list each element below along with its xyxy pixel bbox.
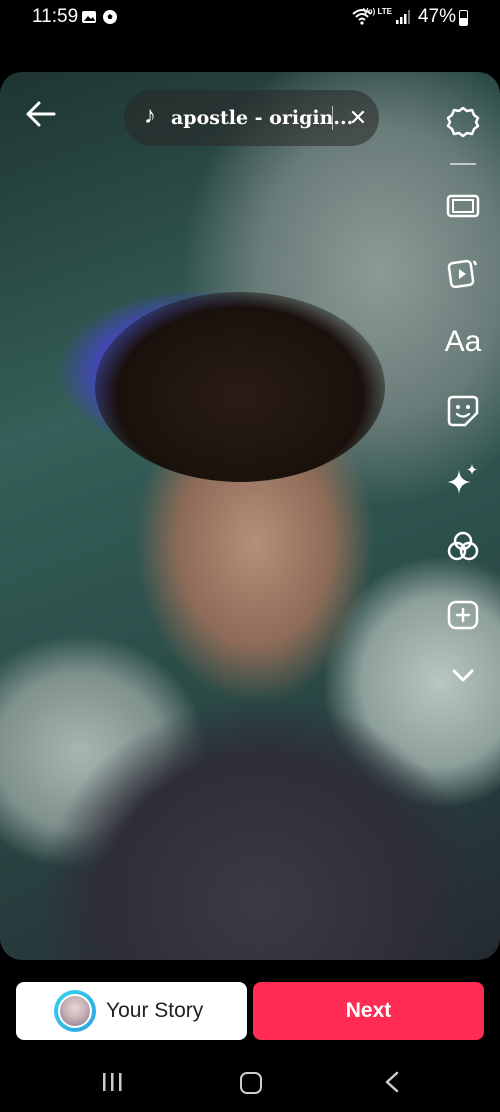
add-icon[interactable] — [444, 595, 482, 633]
camera-preview[interactable] — [0, 72, 500, 960]
your-story-button[interactable]: Your Story — [16, 982, 247, 1040]
clips-icon[interactable] — [444, 187, 482, 225]
next-button[interactable]: Next — [253, 982, 484, 1040]
video-template-icon[interactable] — [444, 254, 482, 292]
text-icon[interactable]: Aa — [444, 323, 482, 361]
home-icon[interactable] — [240, 1072, 262, 1094]
gear-icon[interactable] — [444, 103, 482, 141]
preview-image — [95, 292, 385, 482]
next-label: Next — [345, 999, 392, 1022]
sparkle-icon[interactable] — [444, 461, 482, 499]
avatar — [54, 990, 96, 1032]
battery-percent: 47% — [417, 6, 456, 27]
battery-icon — [459, 10, 468, 26]
lte-label: Vo) LTE — [362, 7, 392, 16]
sound-selector[interactable]: ♪ apostle - origin... ✕ — [124, 90, 379, 146]
chevron-down-icon[interactable] — [444, 656, 482, 694]
recents-icon[interactable] — [100, 1072, 124, 1092]
image-icon — [82, 11, 96, 23]
filters-icon[interactable] — [444, 528, 482, 566]
soccer-icon — [103, 10, 117, 24]
your-story-label: Your Story — [106, 999, 204, 1022]
sound-divider — [332, 106, 333, 130]
sound-title: apostle - origin... — [171, 107, 354, 129]
close-icon[interactable]: ✕ — [344, 104, 372, 132]
signal-icon — [396, 10, 410, 24]
back-icon[interactable] — [384, 1071, 400, 1093]
status-time: 11:59 — [32, 6, 79, 27]
status-bar: 11:59 Vo) LTE 47% — [0, 0, 500, 36]
toolbar-divider — [450, 163, 476, 165]
arrow-left-icon[interactable] — [24, 98, 58, 130]
system-nav-bar — [0, 1052, 500, 1112]
music-note-icon: ♪ — [144, 102, 156, 129]
sticker-icon[interactable] — [444, 392, 482, 430]
